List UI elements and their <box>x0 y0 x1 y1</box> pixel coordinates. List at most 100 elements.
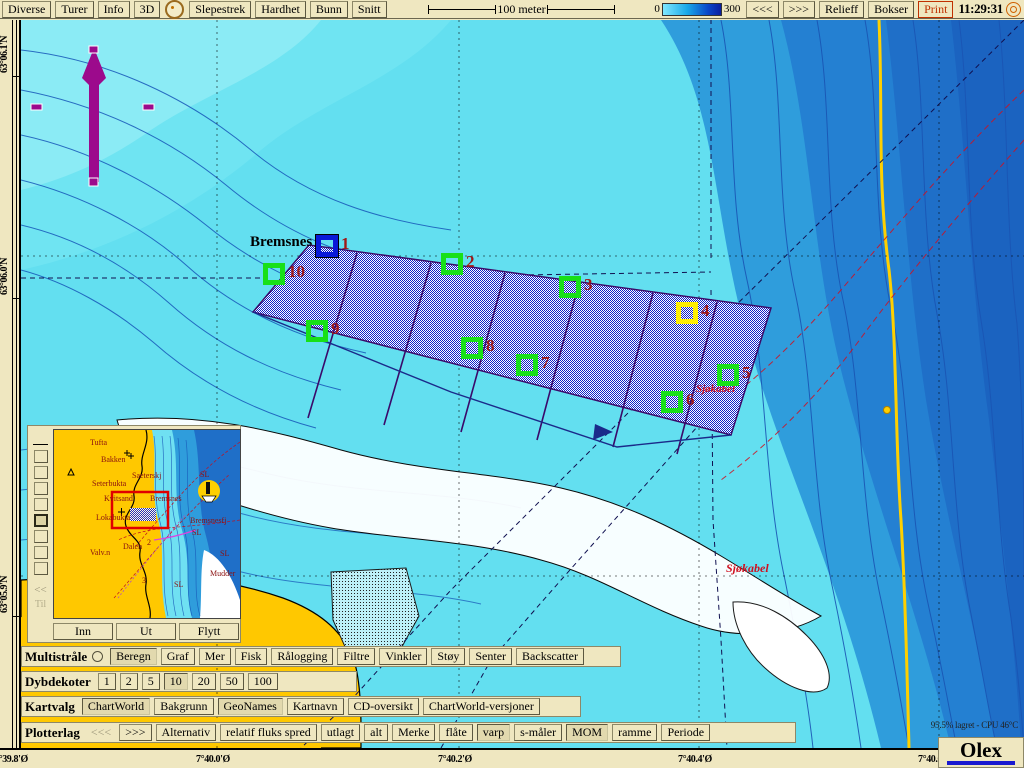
multistrale-backscatter[interactable]: Backscatter <box>516 648 584 665</box>
minimap-zoom-level-5[interactable] <box>33 530 48 543</box>
dybdekoter-1[interactable]: 1 <box>97 673 116 690</box>
multistrale-stoy[interactable]: Støy <box>431 648 466 665</box>
plotterlag-prev-button[interactable]: <<< <box>87 725 115 740</box>
multistrale-fisk[interactable]: Fisk <box>234 648 268 665</box>
dybdekoter-20[interactable]: 20 <box>191 673 216 690</box>
kartvalg-cd-oversikt[interactable]: CD-oversikt <box>347 698 419 715</box>
minimap-zoom-level-4[interactable] <box>33 514 48 527</box>
dybdekoter-50[interactable]: 50 <box>219 673 244 690</box>
minimap-title-stub: Til <box>34 599 47 610</box>
longitude-label-0: 7°39.8'Ø <box>0 754 28 765</box>
multistrale-vinkler[interactable]: Vinkler <box>379 648 428 665</box>
minimap-zoom-in-button[interactable]: Inn <box>53 623 113 640</box>
plotterlag-flate[interactable]: flåte <box>439 724 473 741</box>
toolbar-hardhet[interactable]: Hardhet <box>255 0 306 18</box>
survey-marker-4[interactable] <box>676 302 698 324</box>
multistrale-mer[interactable]: Mer <box>198 648 231 665</box>
toolbar-group-right: Relieff Bokser <box>817 0 916 18</box>
latitude-ruler: 63°06.1'N 63°06.0'N 63°05.9'N <box>0 20 21 748</box>
status-text: 95.5% lagret - CPU 46°C <box>930 720 1018 730</box>
olex-application: Diverse Turer Info 3D Slepestrek Hardhet Bunn… <box>0 0 1024 768</box>
toolbar-snitt[interactable]: Snitt <box>351 0 387 18</box>
survey-marker-6[interactable] <box>661 391 683 413</box>
dybdekoter-10[interactable]: 10 <box>163 673 188 690</box>
survey-marker-5[interactable] <box>717 364 739 386</box>
dybdekoter-label: Dybdekoter <box>25 673 91 689</box>
latitude-tick-2 <box>13 616 19 617</box>
toolbar-bokser[interactable]: Bokser <box>868 0 915 18</box>
depth-max-label: 300 <box>723 3 741 15</box>
plotterlag-merke[interactable]: Merke <box>392 724 436 741</box>
zoom-column-divider <box>33 444 48 445</box>
toolbar-bunn[interactable]: Bunn <box>309 0 348 18</box>
toolbar-info[interactable]: Info <box>97 0 130 18</box>
latitude-label-1: 63°06.0'N <box>0 258 10 295</box>
dybdekoter-2[interactable]: 2 <box>119 673 138 690</box>
multistrale-ralogging[interactable]: Rålogging <box>271 648 334 665</box>
minimap-buttons: Inn Ut Flytt <box>53 623 239 640</box>
survey-marker-2[interactable] <box>441 253 463 275</box>
plotterlag-utlagt[interactable]: utlagt <box>320 724 361 741</box>
toolbar-relieff[interactable]: Relieff <box>819 0 865 18</box>
latitude-ruler-line <box>12 20 17 748</box>
depth-next-button[interactable]: >>> <box>782 0 816 18</box>
plotterlag-ramme[interactable]: ramme <box>612 724 658 741</box>
scale-bar: 100 meter <box>427 2 615 17</box>
print-button[interactable]: Print <box>918 0 954 18</box>
kartvalg-geonames[interactable]: GeoNames <box>217 698 283 715</box>
minimap-zoom-level-1[interactable] <box>33 466 48 479</box>
multistrale-radio[interactable] <box>92 651 104 662</box>
survey-marker-8[interactable] <box>461 337 483 359</box>
plotterlag-mom[interactable]: MOM <box>566 724 609 741</box>
survey-marker-9[interactable] <box>306 320 328 342</box>
sun-icon[interactable] <box>1006 1 1022 17</box>
multistrale-buttons: Beregn Graf Mer Fisk Rålogging Filtre Vinkler S… <box>108 648 586 665</box>
longitude-ruler: 7°39.8'Ø7°40.0'Ø7°40.2'Ø7°40.4'Ø7°40.6'Ø <box>0 748 1024 768</box>
kartvalg-chartworld[interactable]: ChartWorld <box>81 698 151 715</box>
plotterlag-alternativ[interactable]: Alternativ <box>155 724 217 741</box>
toolbar-turer[interactable]: Turer <box>55 0 94 18</box>
multistrale-filtre[interactable]: Filtre <box>337 648 376 665</box>
survey-marker-7[interactable] <box>516 354 538 376</box>
multistrale-beregn[interactable]: Beregn <box>110 648 157 665</box>
kartvalg-kartnavn[interactable]: Kartnavn <box>286 698 344 715</box>
survey-marker-10[interactable] <box>263 263 285 285</box>
kartvalg-chartworld-versjoner[interactable]: ChartWorld-versjoner <box>422 698 540 715</box>
toolbar-group-modes: Slepestrek Hardhet Bunn Snitt <box>187 0 388 18</box>
olex-logo: Olex <box>938 737 1024 768</box>
kartvalg-label: Kartvalg <box>25 698 75 714</box>
minimap-zoom-level-7[interactable] <box>33 562 48 575</box>
latitude-tick-1 <box>13 298 19 299</box>
survey-marker-1[interactable] <box>315 234 339 258</box>
depth-color-scale: 0 300 <box>654 2 741 16</box>
survey-marker-3[interactable] <box>559 276 581 298</box>
latitude-label-2: 63°05.9'N <box>0 576 10 613</box>
depth-prev-button[interactable]: <<< <box>746 0 779 18</box>
minimap-chart[interactable]: Tufta Bakken Saeterskj Seterbukta Kvitsand Br… <box>53 429 241 619</box>
plotterlag-varp[interactable]: varp <box>476 724 511 741</box>
multistrale-senter[interactable]: Senter <box>469 648 513 665</box>
compass-icon[interactable] <box>165 0 185 19</box>
kartvalg-bakgrunn[interactable]: Bakgrunn <box>154 698 214 715</box>
plotterlag-periode[interactable]: Periode <box>661 724 711 741</box>
minimap-move-button[interactable]: Flytt <box>179 623 239 640</box>
panel-plotterlag: Plotterlag <<< >>> Alternativ relatif flu… <box>21 722 796 743</box>
minimap-zoom-level-2[interactable] <box>33 482 48 495</box>
minimap-zoom-out-button[interactable]: Ut <box>116 623 176 640</box>
dybdekoter-5[interactable]: 5 <box>141 673 160 690</box>
plotterlag-next-button[interactable]: >>> <box>119 724 152 741</box>
minimap-zoom-level-6[interactable] <box>33 546 48 559</box>
plotterlag-relatif-fluks-spred[interactable]: relatif fluks spred <box>220 724 317 741</box>
plotterlag-alt[interactable]: alt <box>364 724 389 741</box>
minimap-zoom-level-3[interactable] <box>33 498 48 511</box>
dybdekoter-buttons: 1 2 5 10 20 50 100 <box>96 673 280 690</box>
toolbar-slepestrek[interactable]: Slepestrek <box>189 0 252 18</box>
dybdekoter-100[interactable]: 100 <box>247 673 278 690</box>
multistrale-graf[interactable]: Graf <box>160 648 195 665</box>
minimap-prev-button[interactable]: << <box>30 584 50 596</box>
plotterlag-s-maler[interactable]: s-måler <box>514 724 563 741</box>
minimap-zoom-level-0[interactable] <box>33 450 48 463</box>
toolbar-3d[interactable]: 3D <box>133 0 161 18</box>
toolbar-diverse[interactable]: Diverse <box>2 0 52 18</box>
depth-gradient[interactable] <box>661 2 722 16</box>
